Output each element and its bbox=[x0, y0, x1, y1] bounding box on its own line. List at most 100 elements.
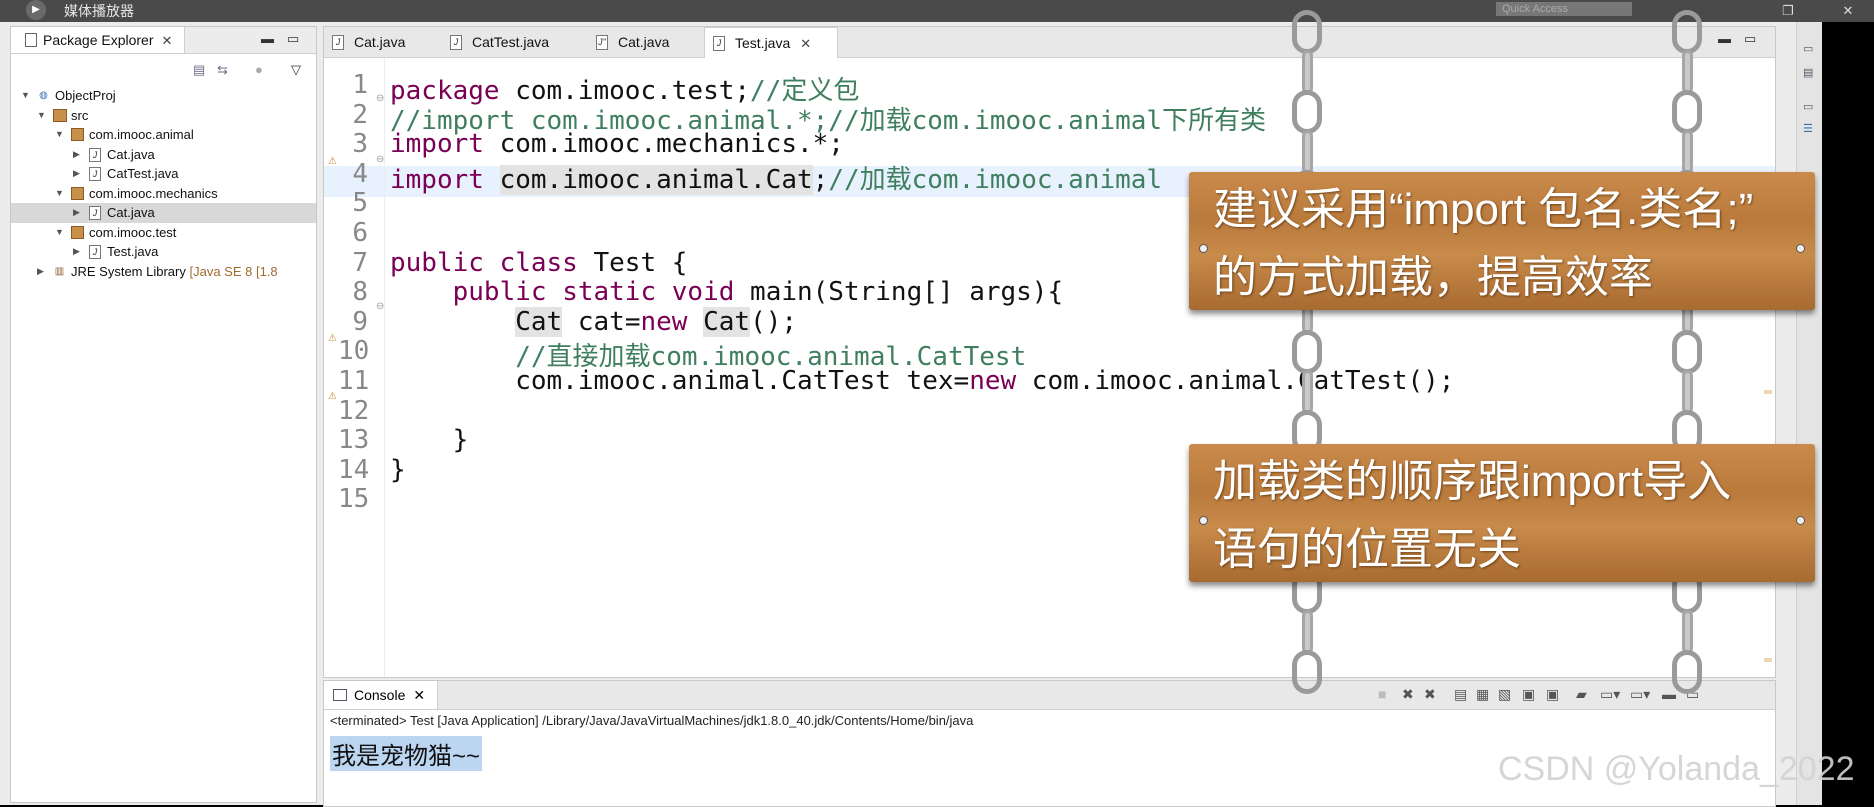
tree-item-file[interactable]: ▶ J Test.java bbox=[11, 242, 316, 262]
scroll-lock-icon[interactable]: ▦ bbox=[1476, 686, 1489, 703]
highlighted-token: com.imooc.animal.Cat bbox=[499, 164, 813, 195]
code-line[interactable]: Cat cat=new Cat(); bbox=[390, 306, 798, 337]
java-file-icon: J" bbox=[596, 35, 608, 50]
line-number: 11 bbox=[338, 366, 370, 396]
console-title: Console bbox=[354, 687, 406, 703]
close-button[interactable]: ✕ bbox=[1836, 0, 1860, 22]
collapse-all-icon[interactable]: ▤ bbox=[193, 62, 205, 78]
restore-button[interactable]: ❐ bbox=[1776, 0, 1800, 22]
tab-cat-java-2[interactable]: J" Cat.java bbox=[588, 27, 718, 57]
code-token: } bbox=[390, 425, 469, 456]
link-editor-icon[interactable]: ⇆ bbox=[217, 62, 228, 78]
tree-item-file[interactable]: ▶ J CatTest.java bbox=[11, 164, 316, 184]
console-tab[interactable]: Console ✕ bbox=[324, 681, 439, 709]
open-console-icon[interactable]: ▭▾ bbox=[1630, 686, 1650, 703]
package-explorer-toolbar: ▤ ⇆ ● ▽ bbox=[11, 54, 316, 86]
minimize-icon[interactable]: ▬ bbox=[1718, 31, 1731, 46]
fold-icon[interactable]: ⊖ bbox=[376, 154, 384, 165]
code-token: ; bbox=[812, 164, 829, 195]
line-number: 14 bbox=[338, 454, 370, 485]
line-number: 4 bbox=[352, 158, 368, 189]
focus-icon[interactable]: ● bbox=[255, 62, 263, 77]
comment-token: //加载com.imooc.animal bbox=[828, 164, 1163, 195]
pin-console-icon[interactable]: ▰ bbox=[1576, 686, 1587, 703]
tip-board-1: 建议采用“import 包名.类名;” 的方式加载，提高效率 bbox=[1189, 172, 1815, 310]
terminate-icon[interactable]: ■ bbox=[1378, 686, 1386, 702]
tree-item-package[interactable]: ▼ com.imooc.mechanics bbox=[11, 184, 316, 204]
line-number: 7 bbox=[352, 247, 368, 278]
package-icon bbox=[71, 186, 84, 200]
chain-link bbox=[1302, 50, 1313, 94]
close-icon[interactable]: ✕ bbox=[413, 687, 425, 703]
package-explorer-title: Package Explorer bbox=[43, 32, 154, 48]
tree-item-file-selected[interactable]: ▶ J Cat.java bbox=[11, 203, 316, 223]
code-line[interactable]: } bbox=[390, 455, 406, 485]
maximize-icon[interactable]: ▭ bbox=[1744, 31, 1756, 47]
quick-access-input[interactable]: Quick Access bbox=[1496, 2, 1632, 16]
code-token: com.imooc.animal.CatTest tex= bbox=[390, 366, 970, 396]
line-number: 2 bbox=[352, 99, 368, 130]
code-line[interactable]: public class Test { bbox=[390, 248, 687, 278]
remove-all-icon[interactable]: ✖ bbox=[1424, 686, 1436, 703]
restore-icon[interactable]: ▭ bbox=[1803, 42, 1817, 55]
code-token: cat= bbox=[562, 306, 641, 337]
keyword-token: public class bbox=[390, 247, 578, 278]
keyword-token: new bbox=[969, 366, 1017, 396]
line-number: 10 bbox=[338, 336, 370, 367]
word-wrap-icon[interactable]: ▧ bbox=[1498, 686, 1511, 703]
play-icon[interactable]: ▶ bbox=[26, 0, 46, 20]
tree-item-jre[interactable]: ▶ ▥ JRE System Library [Java SE 8 [1.8 bbox=[11, 262, 316, 282]
view-menu-icon[interactable]: ▽ bbox=[291, 62, 301, 78]
java-file-icon: J bbox=[713, 36, 725, 51]
close-icon[interactable]: ✕ bbox=[800, 36, 811, 51]
tree-item-objectproj[interactable]: ▼ ◍ ObjectProj bbox=[11, 86, 316, 106]
line-number: 15 bbox=[338, 484, 370, 515]
close-icon[interactable]: ✕ bbox=[162, 33, 173, 48]
clear-console-icon[interactable]: ▤ bbox=[1454, 686, 1467, 703]
code-token: com.imooc.mechanics.*; bbox=[483, 129, 844, 160]
code-line[interactable]: } bbox=[390, 425, 469, 456]
keyword-token: import bbox=[390, 164, 484, 195]
tree-item-file[interactable]: ▶ J Cat.java bbox=[11, 145, 316, 165]
line-number: 8 bbox=[352, 277, 368, 308]
minimize-icon[interactable]: ▬ bbox=[261, 31, 274, 46]
outline-icon[interactable]: ☰ bbox=[1803, 122, 1817, 135]
code-line[interactable]: public static void main(String[] args){ bbox=[390, 277, 1064, 307]
tree-item-src[interactable]: ▼ src bbox=[11, 106, 316, 126]
fold-icon[interactable]: ⊖ bbox=[376, 301, 384, 312]
restore-icon[interactable]: ▭ bbox=[1803, 100, 1817, 113]
code-line[interactable]: import com.imooc.mechanics.*; bbox=[390, 129, 844, 159]
display-console-icon[interactable]: ▭▾ bbox=[1600, 686, 1620, 703]
app-title: 媒体播放器 bbox=[64, 3, 134, 19]
library-icon: ▥ bbox=[54, 265, 65, 277]
package-explorer-header: Package Explorer ✕ ▬ ▭ bbox=[11, 27, 316, 54]
code-area[interactable]: package com.imooc.test;//定义包//import com… bbox=[324, 58, 1775, 677]
tree-item-package[interactable]: ▼ com.imooc.animal bbox=[11, 125, 316, 145]
tab-label: Test.java bbox=[735, 35, 791, 51]
tab-test-java[interactable]: J Test.java ✕ bbox=[704, 27, 838, 58]
code-line[interactable]: import com.imooc.animal.Cat;//加载com.imoo… bbox=[390, 159, 1162, 196]
package-explorer-tab[interactable]: Package Explorer ✕ bbox=[11, 27, 186, 53]
jre-label: JRE System Library bbox=[71, 263, 186, 279]
chain-link bbox=[1292, 90, 1322, 134]
show-stdout-icon[interactable]: ▣ bbox=[1522, 686, 1535, 703]
maximize-icon[interactable]: ▭ bbox=[287, 31, 299, 47]
source-folder-icon bbox=[53, 108, 67, 122]
console-output[interactable]: 我是宠物猫~~ bbox=[330, 736, 483, 771]
tree-item-package[interactable]: ▼ com.imooc.test bbox=[11, 223, 316, 243]
show-stderr-icon[interactable]: ▣ bbox=[1546, 686, 1559, 703]
code-token: com.imooc.animal.CatTest(); bbox=[1016, 366, 1455, 396]
code-token: (); bbox=[750, 306, 798, 337]
tab-cattest-java[interactable]: J CatTest.java bbox=[442, 27, 602, 57]
fold-icon[interactable]: ⊖ bbox=[376, 93, 384, 104]
chain-link bbox=[1302, 130, 1313, 174]
task-list-icon[interactable]: ▤ bbox=[1803, 66, 1817, 79]
remove-launch-icon[interactable]: ✖ bbox=[1402, 686, 1414, 703]
console-icon bbox=[333, 689, 347, 701]
eclipse-ide: Package Explorer ✕ ▬ ▭ ▤ ⇆ ● ▽ ▼ ◍ ObjectPr… bbox=[0, 22, 1823, 807]
project-icon: ◍ bbox=[39, 90, 48, 101]
package-icon bbox=[71, 128, 84, 141]
